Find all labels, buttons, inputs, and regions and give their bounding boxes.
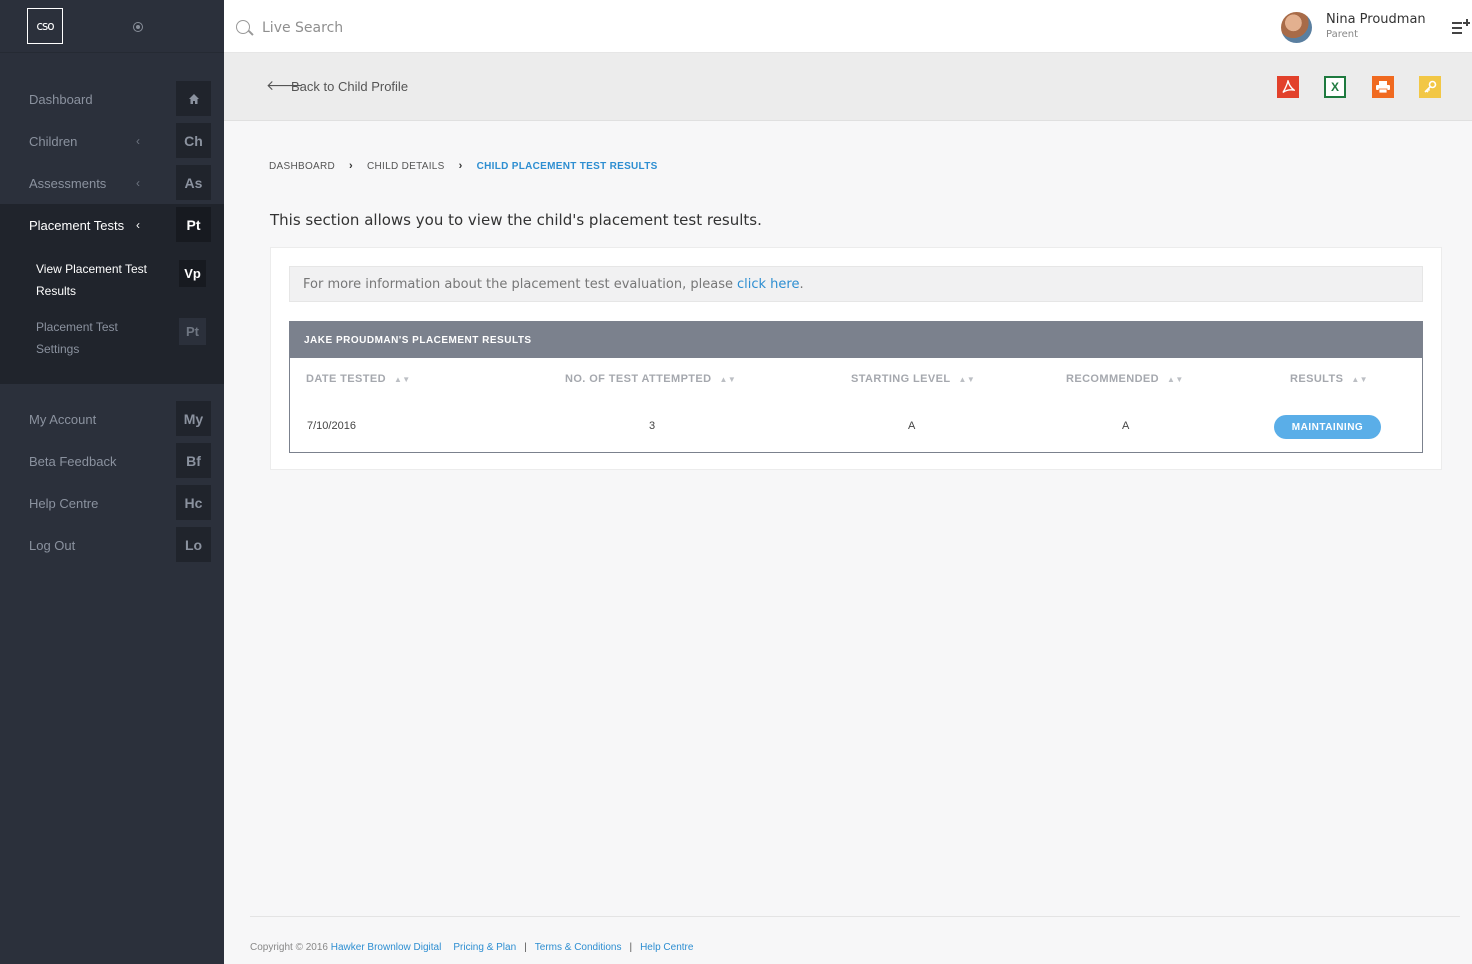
- column-header-results[interactable]: RESULTS ▲▼: [1290, 373, 1368, 385]
- sidebar-badge: Pt: [179, 318, 206, 345]
- menu-add-icon[interactable]: [1452, 19, 1470, 35]
- pdf-icon[interactable]: [1277, 76, 1299, 98]
- avatar[interactable]: [1281, 12, 1312, 43]
- sidebar-item-label: Children: [29, 133, 78, 149]
- sidebar-item-label: Log Out: [29, 537, 76, 553]
- sidebar-item-label: Placement Tests: [29, 217, 125, 233]
- sidebar-item-log-out[interactable]: Log Out Lo: [0, 524, 224, 566]
- status-badge: MAINTAINING: [1274, 415, 1381, 439]
- chevron-left-icon: ‹: [136, 134, 140, 148]
- placement-results-table: JAKE PROUDMAN'S PLACEMENT RESULTS DATE T…: [289, 321, 1423, 453]
- excel-icon[interactable]: X: [1324, 76, 1346, 98]
- settings-dot-icon[interactable]: [133, 22, 143, 32]
- chevron-right-icon: ›: [349, 160, 354, 172]
- cell-recommended: A: [1122, 420, 1130, 432]
- footer-separator: |: [629, 942, 633, 953]
- click-here-link[interactable]: click here: [737, 277, 799, 292]
- sidebar-item-label: Dashboard: [29, 91, 93, 107]
- sidebar-item-assessments[interactable]: Assessments ‹ As: [0, 162, 224, 204]
- sidebar-badge: Bf: [176, 443, 211, 478]
- breadcrumb: DASHBOARD › CHILD DETAILS › CHILD PLACEM…: [269, 160, 658, 172]
- home-icon: [176, 81, 211, 116]
- sidebar-item-label: Beta Feedback: [29, 453, 117, 469]
- sidebar-subitem-label: View Placement Test Results: [36, 262, 147, 298]
- cell-starting-level: A: [908, 420, 916, 432]
- page-intro: This section allows you to view the chil…: [270, 211, 762, 229]
- back-to-child-profile-link[interactable]: Back to Child Profile: [291, 79, 408, 94]
- sidebar-badge: Ch: [176, 123, 211, 158]
- sidebar-item-label: My Account: [29, 411, 97, 427]
- app-logo[interactable]: cso: [27, 8, 63, 44]
- sidebar-item-placement-tests[interactable]: Placement Tests ‹ Pt: [0, 204, 224, 246]
- info-notice: For more information about the placement…: [289, 266, 1423, 302]
- breadcrumb-child-details[interactable]: CHILD DETAILS: [367, 161, 445, 172]
- chevron-left-icon: ‹: [136, 176, 140, 190]
- sort-icon: ▲▼: [1351, 375, 1368, 384]
- cell-date: 7/10/2016: [307, 420, 356, 432]
- info-text: For more information about the placement…: [303, 276, 733, 292]
- sidebar-badge: Vp: [179, 260, 206, 287]
- column-header-recommended[interactable]: RECOMMENDED ▲▼: [1066, 373, 1184, 385]
- top-header: Nina Proudman Parent: [224, 0, 1472, 53]
- sort-icon: ▲▼: [958, 375, 976, 384]
- sidebar-item-beta-feedback[interactable]: Beta Feedback Bf: [0, 440, 224, 482]
- user-role: Parent: [1326, 29, 1359, 40]
- sidebar-subitem-label: Placement Test Settings: [36, 320, 118, 356]
- search-icon: [236, 20, 250, 34]
- help-centre-link[interactable]: Help Centre: [640, 942, 693, 953]
- search-input[interactable]: [262, 16, 562, 40]
- sort-icon: ▲▼: [1167, 375, 1184, 384]
- sidebar-badge: Pt: [176, 207, 211, 242]
- placement-tests-submenu: View Placement Test Results Vp Placement…: [0, 246, 224, 384]
- sidebar-item-children[interactable]: Children ‹ Ch: [0, 120, 224, 162]
- sort-icon: ▲▼: [719, 375, 737, 384]
- pricing-plan-link[interactable]: Pricing & Plan: [453, 942, 516, 953]
- footer: Copyright © 2016 Hawker Brownlow Digital…: [250, 942, 693, 953]
- sidebar-item-dashboard[interactable]: Dashboard: [0, 78, 224, 120]
- info-text-end: .: [799, 276, 804, 292]
- results-panel: For more information about the placement…: [270, 247, 1442, 470]
- sidebar-item-my-account[interactable]: My Account My: [0, 398, 224, 440]
- breadcrumb-current: CHILD PLACEMENT TEST RESULTS: [476, 160, 658, 172]
- table-row: 7/10/2016 3 A A MAINTAINING: [290, 400, 1422, 452]
- footer-divider: [250, 916, 1460, 917]
- chevron-right-icon: ›: [458, 160, 463, 172]
- company-link[interactable]: Hawker Brownlow Digital: [331, 942, 442, 953]
- sidebar-badge: As: [176, 165, 211, 200]
- footer-separator: |: [524, 942, 527, 953]
- sidebar-item-label: Help Centre: [29, 495, 99, 511]
- user-name[interactable]: Nina Proudman: [1326, 12, 1426, 27]
- sidebar-subitem-settings[interactable]: Placement Test Settings Pt: [0, 312, 224, 370]
- sidebar-nav: Dashboard Children ‹ Ch Assessments ‹ As…: [0, 78, 224, 384]
- sidebar-top: cso: [0, 0, 224, 53]
- sidebar-item-label: Assessments: [29, 175, 107, 191]
- column-header-attempts[interactable]: NO. OF TEST ATTEMPTED ▲▼: [565, 373, 736, 385]
- sidebar-subitem-view-results[interactable]: View Placement Test Results Vp: [0, 254, 224, 312]
- sidebar-badge: My: [176, 401, 211, 436]
- table-title: JAKE PROUDMAN'S PLACEMENT RESULTS: [290, 322, 1422, 358]
- sidebar-badge: Hc: [176, 485, 211, 520]
- sidebar-item-help-centre[interactable]: Help Centre Hc: [0, 482, 224, 524]
- column-header-date-tested[interactable]: DATE TESTED ▲▼: [306, 373, 411, 385]
- table-header-row: DATE TESTED ▲▼ NO. OF TEST ATTEMPTED ▲▼ ST…: [290, 358, 1422, 400]
- print-icon[interactable]: [1372, 76, 1394, 98]
- cell-attempts: 3: [649, 420, 656, 432]
- column-header-starting-level[interactable]: STARTING LEVEL ▲▼: [851, 373, 975, 385]
- sort-icon: ▲▼: [393, 375, 411, 384]
- terms-conditions-link[interactable]: Terms & Conditions: [535, 942, 622, 953]
- key-icon[interactable]: [1419, 76, 1441, 98]
- sidebar: cso Dashboard Children ‹ Ch Assessments …: [0, 0, 224, 964]
- breadcrumb-dashboard[interactable]: DASHBOARD: [269, 161, 335, 172]
- page-toolbar: 🡐 Back to Child Profile X: [224, 53, 1472, 121]
- chevron-left-icon: ‹: [136, 218, 140, 232]
- sidebar-nav-secondary: My Account My Beta Feedback Bf Help Cent…: [0, 398, 224, 566]
- sidebar-badge: Lo: [176, 527, 211, 562]
- copyright-text: Copyright © 2016: [250, 942, 328, 953]
